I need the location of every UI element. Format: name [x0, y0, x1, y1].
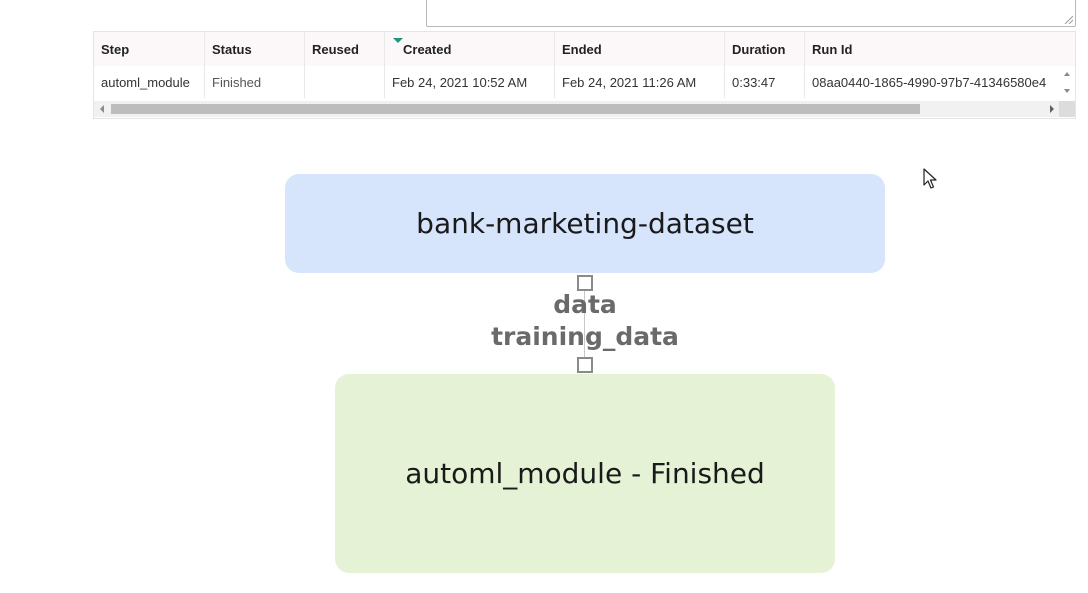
column-header-duration[interactable]: Duration [725, 32, 805, 66]
scroll-left-icon[interactable] [100, 105, 104, 113]
pipeline-run-page: Step Status Reused Created Ended Duratio… [0, 0, 1088, 593]
column-header-status[interactable]: Status [205, 32, 305, 66]
column-header-step[interactable]: Step [94, 32, 205, 66]
cell-created: Feb 24, 2021 10:52 AM [385, 66, 555, 98]
column-header-run-id[interactable]: Run Id [805, 32, 1060, 66]
scroll-down-icon[interactable] [1064, 89, 1070, 93]
sort-desc-icon [393, 38, 403, 43]
description-textarea[interactable] [426, 0, 1076, 27]
table-row[interactable]: automl_module Finished Feb 24, 2021 10:5… [94, 66, 1075, 98]
horizontal-scroll-thumb[interactable] [111, 104, 920, 114]
scroll-up-icon[interactable] [1064, 72, 1070, 76]
step-runs-table: Step Status Reused Created Ended Duratio… [93, 31, 1076, 119]
column-header-created-label: Created [403, 41, 452, 57]
cell-status: Finished [205, 66, 305, 98]
module-node[interactable]: automl_module - Finished [335, 374, 835, 573]
input-port-label: training_data [491, 322, 679, 351]
cell-duration: 0:33:47 [725, 66, 805, 98]
cell-run-id: 08aa0440-1865-4990-97b7-41346580e4 [812, 74, 1047, 90]
cell-reused [305, 66, 385, 98]
column-header-ended[interactable]: Ended [555, 32, 725, 66]
column-header-created[interactable]: Created [385, 32, 555, 66]
resize-grip-icon[interactable] [1064, 15, 1073, 24]
cell-ended: Feb 24, 2021 11:26 AM [555, 66, 725, 98]
output-port[interactable] [577, 275, 593, 291]
column-header-reused[interactable]: Reused [305, 32, 385, 66]
table-header: Step Status Reused Created Ended Duratio… [94, 32, 1075, 67]
scrollbar-corner [1059, 101, 1075, 117]
module-node-label: automl_module - Finished [405, 457, 765, 490]
mouse-pointer-icon [923, 168, 937, 189]
output-port-label: data [553, 290, 617, 319]
scroll-right-icon[interactable] [1050, 105, 1054, 113]
dataset-node[interactable]: bank-marketing-dataset [285, 174, 885, 273]
input-port[interactable] [577, 357, 593, 373]
horizontal-scrollbar[interactable] [94, 101, 1060, 117]
cell-step: automl_module [94, 66, 205, 98]
dataset-node-label: bank-marketing-dataset [416, 207, 754, 240]
vertical-scrollbar[interactable] [1059, 66, 1075, 98]
